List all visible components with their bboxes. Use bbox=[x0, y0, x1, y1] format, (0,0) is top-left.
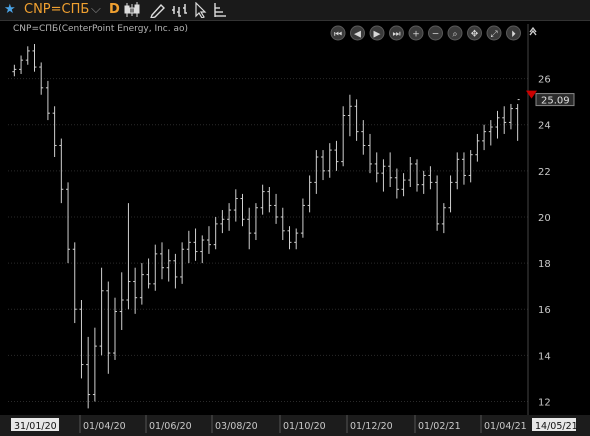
ohlc-bar bbox=[508, 103, 513, 130]
ohlc-bar bbox=[394, 168, 399, 199]
ohlc-bar bbox=[45, 80, 50, 121]
ohlc-bar bbox=[347, 94, 352, 137]
ohlc-bar bbox=[200, 235, 205, 264]
ohlc-bar bbox=[300, 198, 305, 238]
ohlc-bar bbox=[408, 157, 413, 187]
ohlc-bar bbox=[92, 327, 97, 402]
ohlc-bar bbox=[99, 267, 104, 356]
y-tick-label: 26 bbox=[538, 75, 551, 86]
ohlc-bar bbox=[32, 44, 37, 72]
ohlc-bar bbox=[133, 267, 138, 314]
y-tick-label: 16 bbox=[538, 305, 551, 316]
ohlc-bar bbox=[488, 120, 493, 146]
ohlc-bar bbox=[314, 150, 319, 194]
x-tick-label: 14/05/21 bbox=[535, 421, 578, 432]
ohlc-bar bbox=[247, 207, 252, 250]
ohlc-bar bbox=[173, 253, 178, 289]
ohlc-bar bbox=[461, 152, 466, 185]
ohlc-bar bbox=[12, 64, 17, 77]
ohlc-bar bbox=[401, 173, 406, 197]
ohlc-bar bbox=[341, 106, 346, 167]
ohlc-bar bbox=[180, 242, 185, 284]
ohlc-bar bbox=[240, 193, 245, 227]
ohlc-bar bbox=[468, 150, 473, 183]
ohlc-bar bbox=[86, 336, 91, 409]
ohlc-bar bbox=[421, 170, 426, 194]
ohlc-bar bbox=[126, 203, 131, 310]
ohlc-bar bbox=[25, 46, 30, 65]
ohlc-bar bbox=[79, 299, 84, 379]
ohlc-bar bbox=[220, 210, 225, 234]
ohlc-bar bbox=[321, 150, 326, 181]
ohlc-bar bbox=[374, 152, 379, 183]
last-price-label: 25.09 bbox=[541, 96, 570, 107]
ohlc-bar bbox=[39, 62, 44, 95]
ohlc-bar bbox=[106, 281, 111, 374]
ohlc-bar bbox=[19, 55, 24, 74]
ohlc-bar bbox=[327, 143, 332, 178]
x-tick-label: 01/10/20 bbox=[283, 421, 326, 432]
ohlc-bar bbox=[354, 99, 359, 141]
y-tick-label: 14 bbox=[538, 351, 551, 362]
x-tick-label: 01/06/20 bbox=[149, 421, 192, 432]
ohlc-bar bbox=[388, 152, 393, 187]
price-chart[interactable]: 12 14 16 18 20 22 24 26 31/01/20 01/04/20 01/06/2… bbox=[0, 0, 590, 436]
x-tick-label: 01/02/21 bbox=[418, 421, 461, 432]
ohlc-bar bbox=[502, 106, 507, 134]
x-tick-label: 01/04/20 bbox=[83, 421, 126, 432]
ohlc-bar bbox=[368, 133, 373, 174]
ohlc-bar bbox=[361, 120, 366, 155]
ohlc-bar bbox=[441, 203, 446, 234]
ohlc-bar bbox=[515, 99, 520, 141]
ohlc-bar bbox=[153, 244, 158, 291]
ohlc-bar bbox=[294, 228, 299, 250]
ohlc-bar bbox=[72, 242, 77, 324]
ohlc-bar bbox=[287, 226, 292, 250]
ohlc-bar bbox=[482, 124, 487, 151]
ohlc-bar bbox=[66, 182, 71, 264]
ohlc-bar bbox=[495, 110, 500, 139]
ohlc-bar bbox=[139, 263, 144, 305]
y-tick-label: 20 bbox=[538, 213, 551, 224]
ohlc-bar bbox=[475, 133, 480, 162]
ohlc-bar bbox=[260, 184, 265, 215]
ohlc-bar bbox=[193, 228, 198, 261]
ohlc-bar bbox=[186, 230, 191, 264]
ohlc-bar bbox=[119, 272, 124, 330]
ohlc-bar bbox=[428, 166, 433, 190]
ohlc-bar bbox=[414, 159, 419, 192]
x-tick-label: 01/12/20 bbox=[350, 421, 393, 432]
ohlc-bar bbox=[233, 189, 238, 222]
ohlc-bar bbox=[435, 175, 440, 231]
y-tick-label: 22 bbox=[538, 167, 551, 178]
x-tick-label: 01/04/21 bbox=[484, 421, 527, 432]
ohlc-bar bbox=[159, 242, 164, 280]
ohlc-bar bbox=[381, 159, 386, 192]
ohlc-bar bbox=[206, 226, 211, 254]
ohlc-bar bbox=[113, 297, 118, 360]
y-tick-label: 12 bbox=[538, 397, 551, 408]
ohlc-bar bbox=[213, 216, 218, 250]
y-tick-label: 24 bbox=[538, 121, 551, 132]
ohlc-bar bbox=[274, 193, 279, 224]
ohlc-bar bbox=[267, 186, 272, 213]
ohlc-bar bbox=[166, 249, 171, 282]
ohlc-bar bbox=[52, 106, 57, 158]
ohlc-bar bbox=[448, 175, 453, 213]
x-tick-label: 31/01/20 bbox=[14, 421, 57, 432]
ohlc-bar bbox=[334, 140, 339, 171]
x-tick-label: 03/08/20 bbox=[215, 421, 258, 432]
y-tick-label: 18 bbox=[538, 259, 551, 270]
ohlc-bar bbox=[307, 175, 312, 213]
ohlc-bar bbox=[253, 203, 258, 241]
ohlc-bar bbox=[280, 207, 285, 241]
